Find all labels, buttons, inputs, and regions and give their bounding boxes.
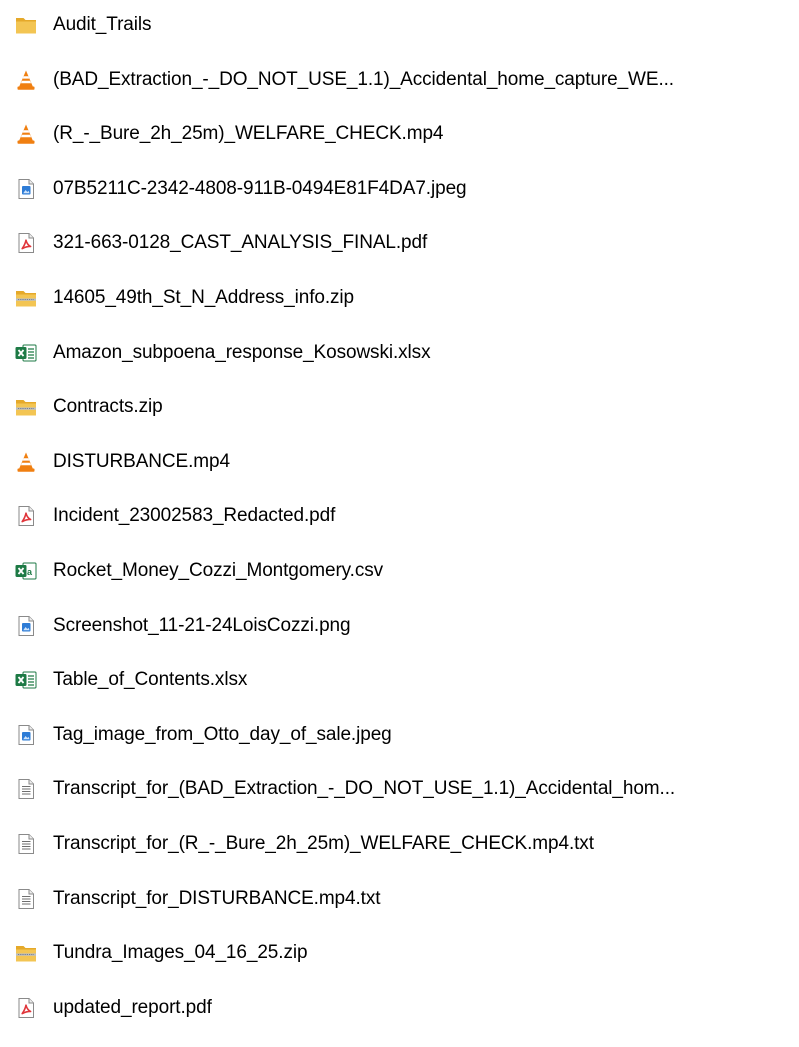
- text-file-icon: [14, 777, 38, 801]
- zip-folder-icon: [14, 286, 38, 310]
- text-file-icon: [14, 887, 38, 911]
- file-row-address-info-zip[interactable]: 14605_49th_St_N_Address_info.zip: [0, 283, 799, 313]
- vlc-media-icon: [14, 122, 38, 146]
- file-name: Screenshot_11-21-24LoisCozzi.png: [53, 615, 351, 636]
- file-row-transcript-bad-extraction[interactable]: Transcript_for_(BAD_Extraction_-_DO_NOT_…: [0, 774, 799, 804]
- file-row-updated-report-pdf[interactable]: updated_report.pdf: [0, 993, 799, 1023]
- file-row-tag-image-jpeg[interactable]: Tag_image_from_Otto_day_of_sale.jpeg: [0, 720, 799, 750]
- file-name: Rocket_Money_Cozzi_Montgomery.csv: [53, 560, 384, 581]
- file-row-transcript-welfare-check[interactable]: Transcript_for_(R_-_Bure_2h_25m)_WELFARE…: [0, 829, 799, 859]
- file-name: Contracts.zip: [53, 396, 163, 417]
- file-name: DISTURBANCE.mp4: [53, 451, 230, 472]
- file-row-audit-trails[interactable]: Audit_Trails: [0, 10, 799, 40]
- file-name: Transcript_for_DISTURBANCE.mp4.txt: [53, 888, 381, 909]
- file-row-contracts-zip[interactable]: Contracts.zip: [0, 392, 799, 422]
- text-file-icon: [14, 832, 38, 856]
- vlc-media-icon: [14, 68, 38, 92]
- file-name: Amazon_subpoena_response_Kosowski.xlsx: [53, 342, 431, 363]
- excel-file-icon: [14, 341, 38, 365]
- vlc-media-icon: [14, 450, 38, 474]
- excel-file-icon: [14, 668, 38, 692]
- pdf-file-icon: [14, 996, 38, 1020]
- pdf-file-icon: [14, 231, 38, 255]
- file-row-transcript-disturbance[interactable]: Transcript_for_DISTURBANCE.mp4.txt: [0, 884, 799, 914]
- file-row-disturbance-mp4[interactable]: DISTURBANCE.mp4: [0, 447, 799, 477]
- file-row-tundra-images-zip[interactable]: Tundra_Images_04_16_25.zip: [0, 938, 799, 968]
- file-row-rocket-money-csv[interactable]: a Rocket_Money_Cozzi_Montgomery.csv: [0, 556, 799, 586]
- folder-icon: [14, 13, 38, 37]
- csv-file-icon: a: [14, 559, 38, 583]
- zip-folder-icon: [14, 941, 38, 965]
- file-row-bad-extraction[interactable]: (BAD_Extraction_-_DO_NOT_USE_1.1)_Accide…: [0, 65, 799, 95]
- file-name: (R_-_Bure_2h_25m)_WELFARE_CHECK.mp4: [53, 123, 444, 144]
- file-row-welfare-check[interactable]: (R_-_Bure_2h_25m)_WELFARE_CHECK.mp4: [0, 119, 799, 149]
- zip-folder-icon: [14, 395, 38, 419]
- file-name: Transcript_for_(R_-_Bure_2h_25m)_WELFARE…: [53, 833, 594, 854]
- pdf-file-icon: [14, 504, 38, 528]
- file-name: Incident_23002583_Redacted.pdf: [53, 505, 336, 526]
- file-name: Tag_image_from_Otto_day_of_sale.jpeg: [53, 724, 392, 745]
- file-name: Transcript_for_(BAD_Extraction_-_DO_NOT_…: [53, 778, 676, 799]
- file-name: 14605_49th_St_N_Address_info.zip: [53, 287, 355, 308]
- file-name: (BAD_Extraction_-_DO_NOT_USE_1.1)_Accide…: [53, 69, 674, 90]
- image-file-icon: [14, 723, 38, 747]
- file-row-incident-pdf[interactable]: Incident_23002583_Redacted.pdf: [0, 501, 799, 531]
- file-name: 321-663-0128_CAST_ANALYSIS_FINAL.pdf: [53, 232, 428, 253]
- image-file-icon: [14, 614, 38, 638]
- file-row-cast-analysis-pdf[interactable]: 321-663-0128_CAST_ANALYSIS_FINAL.pdf: [0, 228, 799, 258]
- file-row-screenshot-png[interactable]: Screenshot_11-21-24LoisCozzi.png: [0, 611, 799, 641]
- file-name: Tundra_Images_04_16_25.zip: [53, 942, 308, 963]
- image-file-icon: [14, 177, 38, 201]
- file-row-amazon-subpoena-xlsx[interactable]: Amazon_subpoena_response_Kosowski.xlsx: [0, 338, 799, 368]
- file-name: Table_of_Contents.xlsx: [53, 669, 248, 690]
- file-name: updated_report.pdf: [53, 997, 212, 1018]
- file-name: Audit_Trails: [53, 14, 152, 35]
- file-row-07b5211c-jpeg[interactable]: 07B5211C-2342-4808-911B-0494E81F4DA7.jpe…: [0, 174, 799, 204]
- file-name: 07B5211C-2342-4808-911B-0494E81F4DA7.jpe…: [53, 178, 467, 199]
- file-row-table-of-contents-xlsx[interactable]: Table_of_Contents.xlsx: [0, 665, 799, 695]
